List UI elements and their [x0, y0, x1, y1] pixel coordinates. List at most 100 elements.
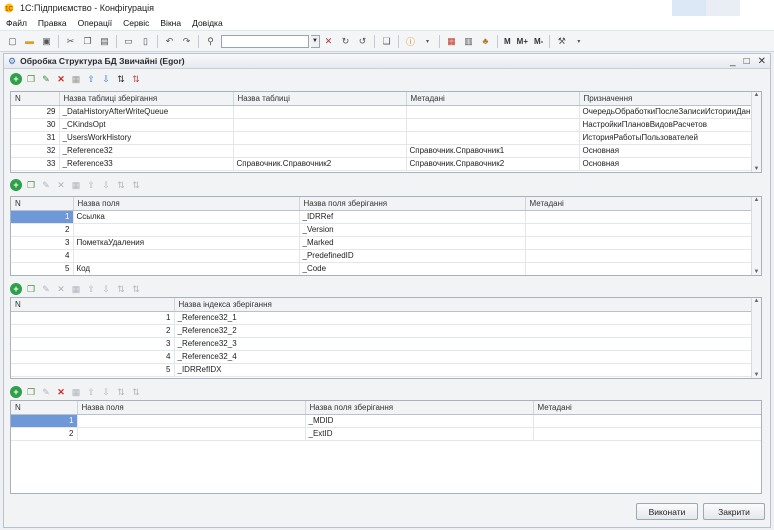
scroll-up-icon[interactable]: ▲ [754, 197, 760, 203]
add-icon[interactable]: + [10, 283, 22, 295]
table-row-selected[interactable]: 1 Ссылка _IDRRef [11, 210, 754, 224]
add-icon[interactable]: + [10, 179, 22, 191]
menu-edit[interactable]: Правка [38, 18, 67, 28]
delete-icon[interactable]: ✕ [55, 386, 67, 398]
print-icon[interactable]: ▭ [122, 35, 135, 48]
sort-asc-icon[interactable]: ⇅ [115, 73, 127, 85]
find-next-icon[interactable]: ↻ [339, 35, 352, 48]
delete-icon[interactable]: ✕ [55, 73, 67, 85]
memory-minus-button[interactable]: M- [534, 37, 543, 46]
table-row[interactable]: 29 _DataHistoryAfterWriteQueue ОчередьОб… [11, 105, 754, 119]
copy-row-icon[interactable]: ❐ [25, 179, 37, 191]
maximize-icon[interactable]: □ [744, 56, 750, 67]
dropdown-arrow-icon[interactable]: ▾ [421, 35, 434, 48]
calendar-icon[interactable]: ▦ [445, 35, 458, 48]
add-icon[interactable]: + [10, 73, 22, 85]
delete-icon[interactable]: ✕ [55, 179, 67, 191]
table-row[interactable]: 31 _UsersWorkHistory ИсторияРаботыПользо… [11, 131, 754, 145]
memory-button[interactable]: M [504, 37, 511, 46]
move-up-icon[interactable]: ⇧ [85, 283, 97, 295]
copy-row-icon[interactable]: ❐ [25, 283, 37, 295]
sort-asc-icon[interactable]: ⇅ [115, 283, 127, 295]
window-maximize-button[interactable] [706, 0, 740, 16]
preview-icon[interactable]: ▯ [139, 35, 152, 48]
table-row[interactable]: 2 _Reference32_2 [11, 324, 754, 338]
menu-operations[interactable]: Операції [78, 18, 113, 28]
end-edit-icon[interactable]: ▦ [70, 283, 82, 295]
table-row[interactable]: 2 _ExtID [11, 427, 761, 441]
col-purpose[interactable]: Призначення [579, 92, 754, 106]
col-n[interactable]: N [11, 401, 78, 415]
sort-desc-icon[interactable]: ⇅ [130, 283, 142, 295]
copy-row-icon[interactable]: ❐ [25, 386, 37, 398]
col-metadata[interactable]: Метадані [406, 92, 580, 106]
add-icon[interactable]: + [10, 386, 22, 398]
table-row-selected[interactable]: 32 _Reference32 Справочник.Справочник1 С… [11, 144, 754, 158]
table-row[interactable]: 1 _Reference32_1 [11, 311, 754, 325]
col-storage-table-name[interactable]: Назва таблиці зберігання [59, 92, 234, 106]
window-list-icon[interactable]: ❏ [380, 35, 393, 48]
cut-icon[interactable]: ✂ [64, 35, 77, 48]
sort-asc-icon[interactable]: ⇅ [115, 386, 127, 398]
indexes-scrollbar[interactable]: ▲ ▼ [751, 298, 761, 378]
copy-icon[interactable]: ❐ [81, 35, 94, 48]
calculator-icon[interactable]: ▥ [462, 35, 475, 48]
move-up-icon[interactable]: ⇧ [85, 386, 97, 398]
scroll-down-icon[interactable]: ▼ [754, 372, 760, 378]
col-storage-field-name[interactable]: Назва поля зберігання [299, 197, 526, 211]
menu-file[interactable]: Файл [6, 18, 27, 28]
end-edit-icon[interactable]: ▦ [70, 73, 82, 85]
menu-windows[interactable]: Вікна [160, 18, 181, 28]
window-minimize-button[interactable] [672, 0, 706, 16]
end-edit-icon[interactable]: ▦ [70, 179, 82, 191]
clear-search-icon[interactable]: ✕ [322, 35, 335, 48]
table-row-selected[interactable]: 1 _MDID [11, 414, 761, 428]
users-icon[interactable]: ♣ [479, 35, 492, 48]
find-prev-icon[interactable]: ↺ [356, 35, 369, 48]
scroll-down-icon[interactable]: ▼ [754, 269, 760, 275]
col-metadata[interactable]: Метадані [533, 401, 761, 415]
edit-icon[interactable]: ✎ [40, 386, 52, 398]
new-document-icon[interactable]: ▢ [6, 35, 19, 48]
sort-desc-icon[interactable]: ⇅ [130, 179, 142, 191]
table-row[interactable]: 4 _PredefinedID [11, 249, 754, 263]
table-row[interactable]: 33 _Reference33 Справочник.Справочник2 С… [11, 157, 754, 171]
undo-icon[interactable]: ↶ [163, 35, 176, 48]
col-storage-index-name[interactable]: Назва індекса зберігання [174, 298, 754, 312]
copy-row-icon[interactable]: ❐ [25, 73, 37, 85]
sort-desc-icon[interactable]: ⇅ [130, 386, 142, 398]
move-up-icon[interactable]: ⇧ [85, 179, 97, 191]
paste-icon[interactable]: ▤ [98, 35, 111, 48]
table-row[interactable]: 30 _CKindsOpt НастройкиПлановВидовРасчет… [11, 118, 754, 132]
table-row[interactable]: 5 Код _Code [11, 262, 754, 275]
move-down-icon[interactable]: ⇩ [100, 386, 112, 398]
edit-icon[interactable]: ✎ [40, 283, 52, 295]
tables-scrollbar[interactable]: ▲ ▼ [751, 92, 761, 172]
menu-service[interactable]: Сервіс [123, 18, 149, 28]
scroll-up-icon[interactable]: ▲ [754, 92, 760, 98]
save-icon[interactable]: ▣ [40, 35, 53, 48]
col-n[interactable]: N [11, 197, 74, 211]
fields-scrollbar[interactable]: ▲ ▼ [751, 197, 761, 275]
col-field-name[interactable]: Назва поля [73, 197, 300, 211]
dropdown-arrow-icon[interactable]: ▾ [572, 35, 585, 48]
scroll-up-icon[interactable]: ▲ [754, 298, 760, 304]
menu-help[interactable]: Довідка [192, 18, 223, 28]
move-down-icon[interactable]: ⇩ [100, 179, 112, 191]
find-icon[interactable]: ⚲ [204, 35, 217, 48]
tools-icon[interactable]: ⚒ [555, 35, 568, 48]
col-field-name[interactable]: Назва поля [77, 401, 306, 415]
open-folder-icon[interactable]: ▬ [23, 35, 36, 48]
edit-icon[interactable]: ✎ [40, 73, 52, 85]
minimize-icon[interactable]: _ [730, 56, 736, 67]
move-down-icon[interactable]: ⇩ [100, 283, 112, 295]
memory-plus-button[interactable]: M+ [517, 37, 528, 46]
col-n[interactable]: N [11, 92, 60, 106]
table-row[interactable]: 3 ПометкаУдаления _Marked [11, 236, 754, 250]
table-row[interactable]: 3 _Reference32_3 [11, 337, 754, 351]
table-row[interactable]: 4 _Reference32_4 [11, 350, 754, 364]
edit-icon[interactable]: ✎ [40, 179, 52, 191]
sort-desc-icon[interactable]: ⇅ [130, 73, 142, 85]
delete-icon[interactable]: ✕ [55, 283, 67, 295]
table-row[interactable]: 5 _IDRRefIDX [11, 363, 754, 377]
